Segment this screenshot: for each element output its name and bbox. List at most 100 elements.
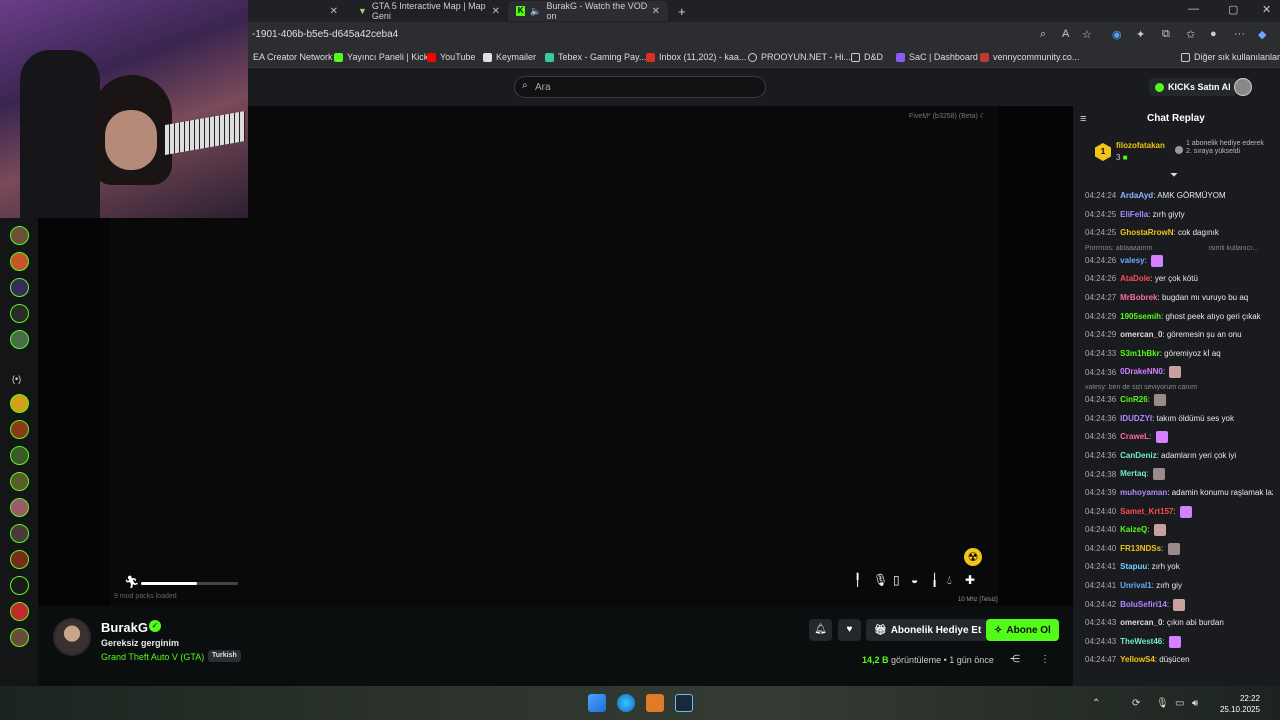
channel-avatar[interactable] xyxy=(10,602,29,621)
message-username[interactable]: KaizeQ xyxy=(1120,525,1147,534)
message-username[interactable]: Stapuu xyxy=(1120,562,1147,571)
message-username[interactable]: AtaDole xyxy=(1120,274,1150,283)
message-username[interactable]: Unrival1 xyxy=(1120,581,1152,590)
channel-avatar[interactable] xyxy=(10,550,29,569)
message-username[interactable]: Samet_Krt157 xyxy=(1120,507,1173,516)
streamer-name[interactable]: BurakG xyxy=(101,620,148,635)
tray-app-icon[interactable]: ⟳ xyxy=(1132,698,1140,709)
message-username[interactable]: 0DrakeNN0 xyxy=(1120,368,1163,377)
message-username[interactable]: GhostaRrowN xyxy=(1120,228,1173,237)
message-username[interactable]: omercan_0 xyxy=(1120,618,1162,627)
more-menu-icon[interactable]: ··· xyxy=(1234,28,1245,40)
message-username[interactable]: CanDeniz xyxy=(1120,451,1156,460)
minimize-icon[interactable]: — xyxy=(1188,3,1199,15)
heart-icon[interactable]: ♥ xyxy=(838,619,861,641)
channel-avatar[interactable] xyxy=(10,498,29,517)
favorite-star-icon[interactable]: ☆ xyxy=(1082,28,1092,41)
bookmark-sac[interactable]: SaC | Dashboard xyxy=(896,52,978,62)
user-avatar[interactable] xyxy=(1234,78,1252,96)
gift-subscription-button[interactable]: 🎁︎ Abonelik Hediye Et xyxy=(866,619,990,641)
bookmark-prooyun[interactable]: PROOYUN.NET - Hi... xyxy=(748,52,851,62)
channel-avatar[interactable] xyxy=(10,446,29,465)
message-username[interactable]: omercan_0 xyxy=(1120,330,1162,339)
collapse-chat-icon[interactable]: ≡ xyxy=(1080,113,1086,125)
app-icon[interactable] xyxy=(646,694,664,712)
message-username[interactable]: ArdaAyd xyxy=(1120,191,1153,200)
message-username[interactable]: muhoyaman xyxy=(1120,488,1167,497)
streamer-avatar[interactable] xyxy=(53,618,91,656)
subscribe-button[interactable]: ✧ Abone Ol xyxy=(986,619,1059,641)
tab-close-icon[interactable]: ✕ xyxy=(492,6,500,17)
tab-close-icon[interactable]: ✕ xyxy=(652,6,660,17)
message-username[interactable]: YellowS4 xyxy=(1120,655,1155,664)
channel-avatar[interactable] xyxy=(10,472,29,491)
url-text[interactable]: -1901-406b-b5e5-d645a42ceba4 xyxy=(252,29,398,40)
microphone-icon[interactable]: 🎙︎ xyxy=(1156,698,1169,709)
split-screen-icon[interactable]: ⧉ xyxy=(1162,28,1170,41)
chat-filter-icon[interactable]: ⏷ xyxy=(1170,170,1178,181)
copilot-icon[interactable]: ◆ xyxy=(1258,28,1266,41)
channel-avatar[interactable] xyxy=(10,628,29,647)
message-username[interactable]: CraweL xyxy=(1120,432,1149,441)
tab-kick-vod[interactable]: K 🔈 BurakG - Watch the VOD on ✕ xyxy=(508,1,668,21)
steam-icon[interactable] xyxy=(675,694,693,712)
channel-avatar[interactable] xyxy=(10,394,29,413)
new-tab-button[interactable]: + xyxy=(670,1,690,21)
network-icon[interactable]: ▭ xyxy=(1175,698,1184,709)
other-bookmarks[interactable]: Diğer sık kullanılanlar xyxy=(1181,52,1280,62)
share-icon[interactable]: ⋲ xyxy=(1010,654,1020,665)
close-window-icon[interactable]: ✕ xyxy=(1262,3,1271,16)
message-username[interactable]: Mertaq xyxy=(1120,470,1146,479)
bookmark-keymailer[interactable]: Keymailer xyxy=(483,52,536,62)
category-link[interactable]: Grand Theft Auto V (GTA) xyxy=(101,652,204,662)
bookmark-inbox[interactable]: Inbox (11,202) - kaa... xyxy=(646,52,746,62)
bookmark-ea[interactable]: EA Creator Network xyxy=(253,52,333,62)
tab-gta-map[interactable]: ▼ GTA 5 Interactive Map | Map Geni ✕ xyxy=(350,1,508,21)
message-username[interactable]: valesy xyxy=(1120,256,1144,265)
speaker-icon[interactable]: 🔈 xyxy=(530,6,541,17)
bookmark-youtube[interactable]: YouTube xyxy=(427,52,475,62)
channel-avatar[interactable] xyxy=(10,524,29,543)
channel-avatar[interactable] xyxy=(10,278,29,297)
channel-avatar[interactable] xyxy=(10,252,29,271)
extension-icon[interactable]: ◉ xyxy=(1112,28,1122,41)
message-username[interactable]: MrBobrek xyxy=(1120,293,1157,302)
message-username[interactable]: EliFella xyxy=(1120,210,1148,219)
profile-shield-icon[interactable]: ● xyxy=(1210,28,1217,40)
tray-chevron-icon[interactable]: ⌃ xyxy=(1092,698,1100,709)
bookmark-venny[interactable]: vennycommunity.co... xyxy=(980,52,1079,62)
notification-bell-icon[interactable]: 🔔︎ xyxy=(809,619,832,641)
pinned-user[interactable]: filozofatakan xyxy=(1116,141,1165,150)
channel-avatar[interactable] xyxy=(10,576,29,595)
reply-context[interactable]: valesy: ben de sizi seviyorum canım xyxy=(1085,384,1273,391)
more-options-icon[interactable]: ⋮ xyxy=(1040,654,1050,665)
message-username[interactable]: FR13NDSs xyxy=(1120,544,1161,553)
maximize-icon[interactable]: ▢ xyxy=(1228,3,1238,16)
read-aloud-icon[interactable]: A xyxy=(1062,28,1069,40)
message-username[interactable]: IDUDZYI xyxy=(1120,414,1152,423)
channel-avatar[interactable] xyxy=(10,226,29,245)
windows-start-icon[interactable] xyxy=(588,694,606,712)
message-username[interactable]: S3m1hBkr xyxy=(1120,349,1160,358)
tab-previous[interactable]: ✕ xyxy=(248,1,346,21)
volume-icon[interactable]: 🔊︎ xyxy=(1192,698,1198,709)
extensions-puzzle-icon[interactable]: ✦ xyxy=(1136,28,1145,41)
message-username[interactable]: BoluSefiri14 xyxy=(1120,600,1167,609)
favorites-icon[interactable]: ✩ xyxy=(1186,28,1195,41)
channel-avatar[interactable] xyxy=(10,330,29,349)
channel-avatar[interactable] xyxy=(10,304,29,323)
message-username[interactable]: CinR26 xyxy=(1120,395,1148,404)
edge-icon[interactable] xyxy=(617,694,635,712)
bookmark-tebex[interactable]: Tebex - Gaming Pay... xyxy=(545,52,646,62)
message-username[interactable]: TheWest46 xyxy=(1120,637,1162,646)
bookmark-kick-panel[interactable]: Yayıncı Paneli | Kick xyxy=(334,52,428,62)
buy-kicks-button[interactable]: KICKs Satın Al xyxy=(1149,78,1237,96)
system-clock[interactable]: 22:22 25.10.2025 xyxy=(1214,693,1260,715)
zoom-icon[interactable]: ⌕ xyxy=(1040,28,1046,41)
message-username[interactable]: 1905semih xyxy=(1120,312,1161,321)
search-input[interactable]: ⌕ Ara xyxy=(514,76,766,98)
tab-close-icon[interactable]: ✕ xyxy=(330,6,338,17)
bookmark-dnd[interactable]: D&D xyxy=(851,52,883,62)
channel-avatar[interactable] xyxy=(10,420,29,439)
language-tag[interactable]: Turkish xyxy=(208,650,241,662)
